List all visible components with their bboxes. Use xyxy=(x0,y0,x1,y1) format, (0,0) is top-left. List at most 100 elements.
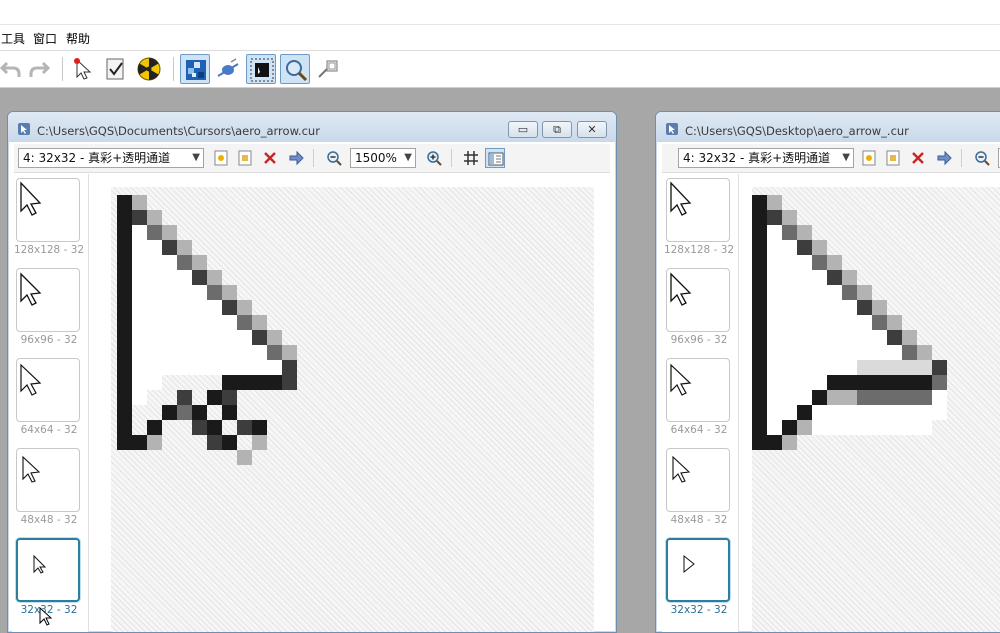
zoom-in-icon xyxy=(427,151,442,166)
pixel xyxy=(117,375,132,390)
menu-help[interactable]: 帮助 xyxy=(66,30,90,47)
import-image-icon xyxy=(886,150,900,166)
format-select[interactable]: 4: 32x32 - 真彩+透明通道 ▼ xyxy=(18,148,204,168)
batch-button[interactable] xyxy=(313,54,343,84)
pixel xyxy=(842,405,857,420)
document-titlebar[interactable]: C:\Users\GQS\Documents\Cursors\aero_arro… xyxy=(8,112,616,142)
menu-tools[interactable]: 工具 xyxy=(1,30,25,47)
pixel xyxy=(192,300,207,315)
screen-capture-icon xyxy=(250,58,274,82)
pixel xyxy=(132,285,147,300)
pixel xyxy=(222,360,237,375)
pixel-canvas[interactable] xyxy=(752,187,1000,632)
satellite-button[interactable] xyxy=(213,54,243,84)
pixel xyxy=(162,345,177,360)
zoom-out-button[interactable] xyxy=(972,148,992,168)
thumbnail-32[interactable] xyxy=(666,538,730,602)
pixel xyxy=(887,420,902,435)
pixel xyxy=(917,405,932,420)
pixel xyxy=(767,240,782,255)
pixel xyxy=(782,360,797,375)
test-button[interactable] xyxy=(101,54,131,84)
pixel xyxy=(857,300,872,315)
pixel xyxy=(117,270,132,285)
pixel xyxy=(117,255,132,270)
minimize-button[interactable]: ▭ xyxy=(508,121,538,138)
pixel xyxy=(812,360,827,375)
hazard-button[interactable] xyxy=(134,54,164,84)
pixel xyxy=(177,240,192,255)
pixel xyxy=(902,360,917,375)
pixel xyxy=(842,315,857,330)
pixel xyxy=(827,315,842,330)
export-image-button[interactable] xyxy=(286,148,306,168)
import-image-button[interactable] xyxy=(235,148,255,168)
import-image-button[interactable] xyxy=(883,148,903,168)
toolbar-separator xyxy=(313,149,314,167)
document-window-2[interactable]: C:\Users\GQS\Desktop\aero_arrow_.cur 4: … xyxy=(655,111,1000,633)
pixel xyxy=(222,315,237,330)
pixel xyxy=(207,300,222,315)
pixel xyxy=(767,225,782,240)
image-grid-button[interactable] xyxy=(180,54,210,84)
delete-image-button[interactable] xyxy=(908,148,928,168)
thumbnail-96[interactable] xyxy=(16,268,80,332)
thumbnail-48[interactable] xyxy=(666,448,730,512)
zoom-select[interactable]: 1500% ▼ xyxy=(350,148,416,168)
thumbnail-64[interactable] xyxy=(666,358,730,422)
preview-toggle-button[interactable] xyxy=(485,148,505,168)
close-button[interactable]: ✕ xyxy=(577,121,607,138)
new-image-button[interactable] xyxy=(211,148,231,168)
pixel xyxy=(132,360,147,375)
document-toolbar: 4: 32x32 - 真彩+透明通道 ▼ 1500% ▼ xyxy=(14,144,610,173)
delete-image-button[interactable] xyxy=(260,148,280,168)
new-image-button[interactable] xyxy=(859,148,879,168)
thumbnail-64[interactable] xyxy=(16,358,80,422)
pixel xyxy=(192,360,207,375)
pixel xyxy=(192,270,207,285)
grid-toggle-button[interactable] xyxy=(461,148,481,168)
pixel xyxy=(147,315,162,330)
pixel xyxy=(237,375,252,390)
pixel xyxy=(147,255,162,270)
zoom-out-button[interactable] xyxy=(324,148,344,168)
restore-button[interactable]: ⧉ xyxy=(542,121,572,138)
zoom-select-value: 1500% xyxy=(355,151,397,165)
pixel xyxy=(752,330,767,345)
pixel xyxy=(117,420,132,435)
menu-window[interactable]: 窗口 xyxy=(33,30,57,47)
undo-icon xyxy=(0,61,21,77)
toolbar-separator xyxy=(451,149,452,167)
pixel xyxy=(887,345,902,360)
hotspot-button[interactable] xyxy=(68,54,98,84)
pixel xyxy=(797,390,812,405)
redo-button[interactable] xyxy=(24,54,54,84)
pixel xyxy=(827,375,842,390)
pixel xyxy=(132,225,147,240)
thumbnail-96[interactable] xyxy=(666,268,730,332)
document-titlebar[interactable]: C:\Users\GQS\Desktop\aero_arrow_.cur xyxy=(656,112,1000,142)
pixel xyxy=(857,315,872,330)
pixel xyxy=(177,270,192,285)
cursor-file-icon xyxy=(18,123,30,135)
pixel xyxy=(752,390,767,405)
pixel xyxy=(827,270,842,285)
undo-button[interactable] xyxy=(0,54,26,84)
screen-capture-button[interactable] xyxy=(246,54,276,84)
format-select[interactable]: 4: 32x32 - 真彩+透明通道 ▼ xyxy=(678,148,854,168)
pixel xyxy=(782,285,797,300)
thumbnail-128[interactable] xyxy=(16,178,80,242)
pixel-canvas[interactable] xyxy=(111,187,594,632)
thumbnail-48[interactable] xyxy=(16,448,80,512)
thumbnail-32[interactable] xyxy=(16,538,80,602)
document-window-1[interactable]: C:\Users\GQS\Documents\Cursors\aero_arro… xyxy=(7,111,617,633)
pixel xyxy=(782,240,797,255)
pixel xyxy=(827,360,842,375)
zoom-tool-button[interactable] xyxy=(280,54,310,84)
pixel xyxy=(147,270,162,285)
export-image-button[interactable] xyxy=(934,148,954,168)
thumbnail-128[interactable] xyxy=(666,178,730,242)
pixel xyxy=(282,375,297,390)
zoom-in-button[interactable] xyxy=(424,148,444,168)
redo-icon xyxy=(29,61,51,77)
